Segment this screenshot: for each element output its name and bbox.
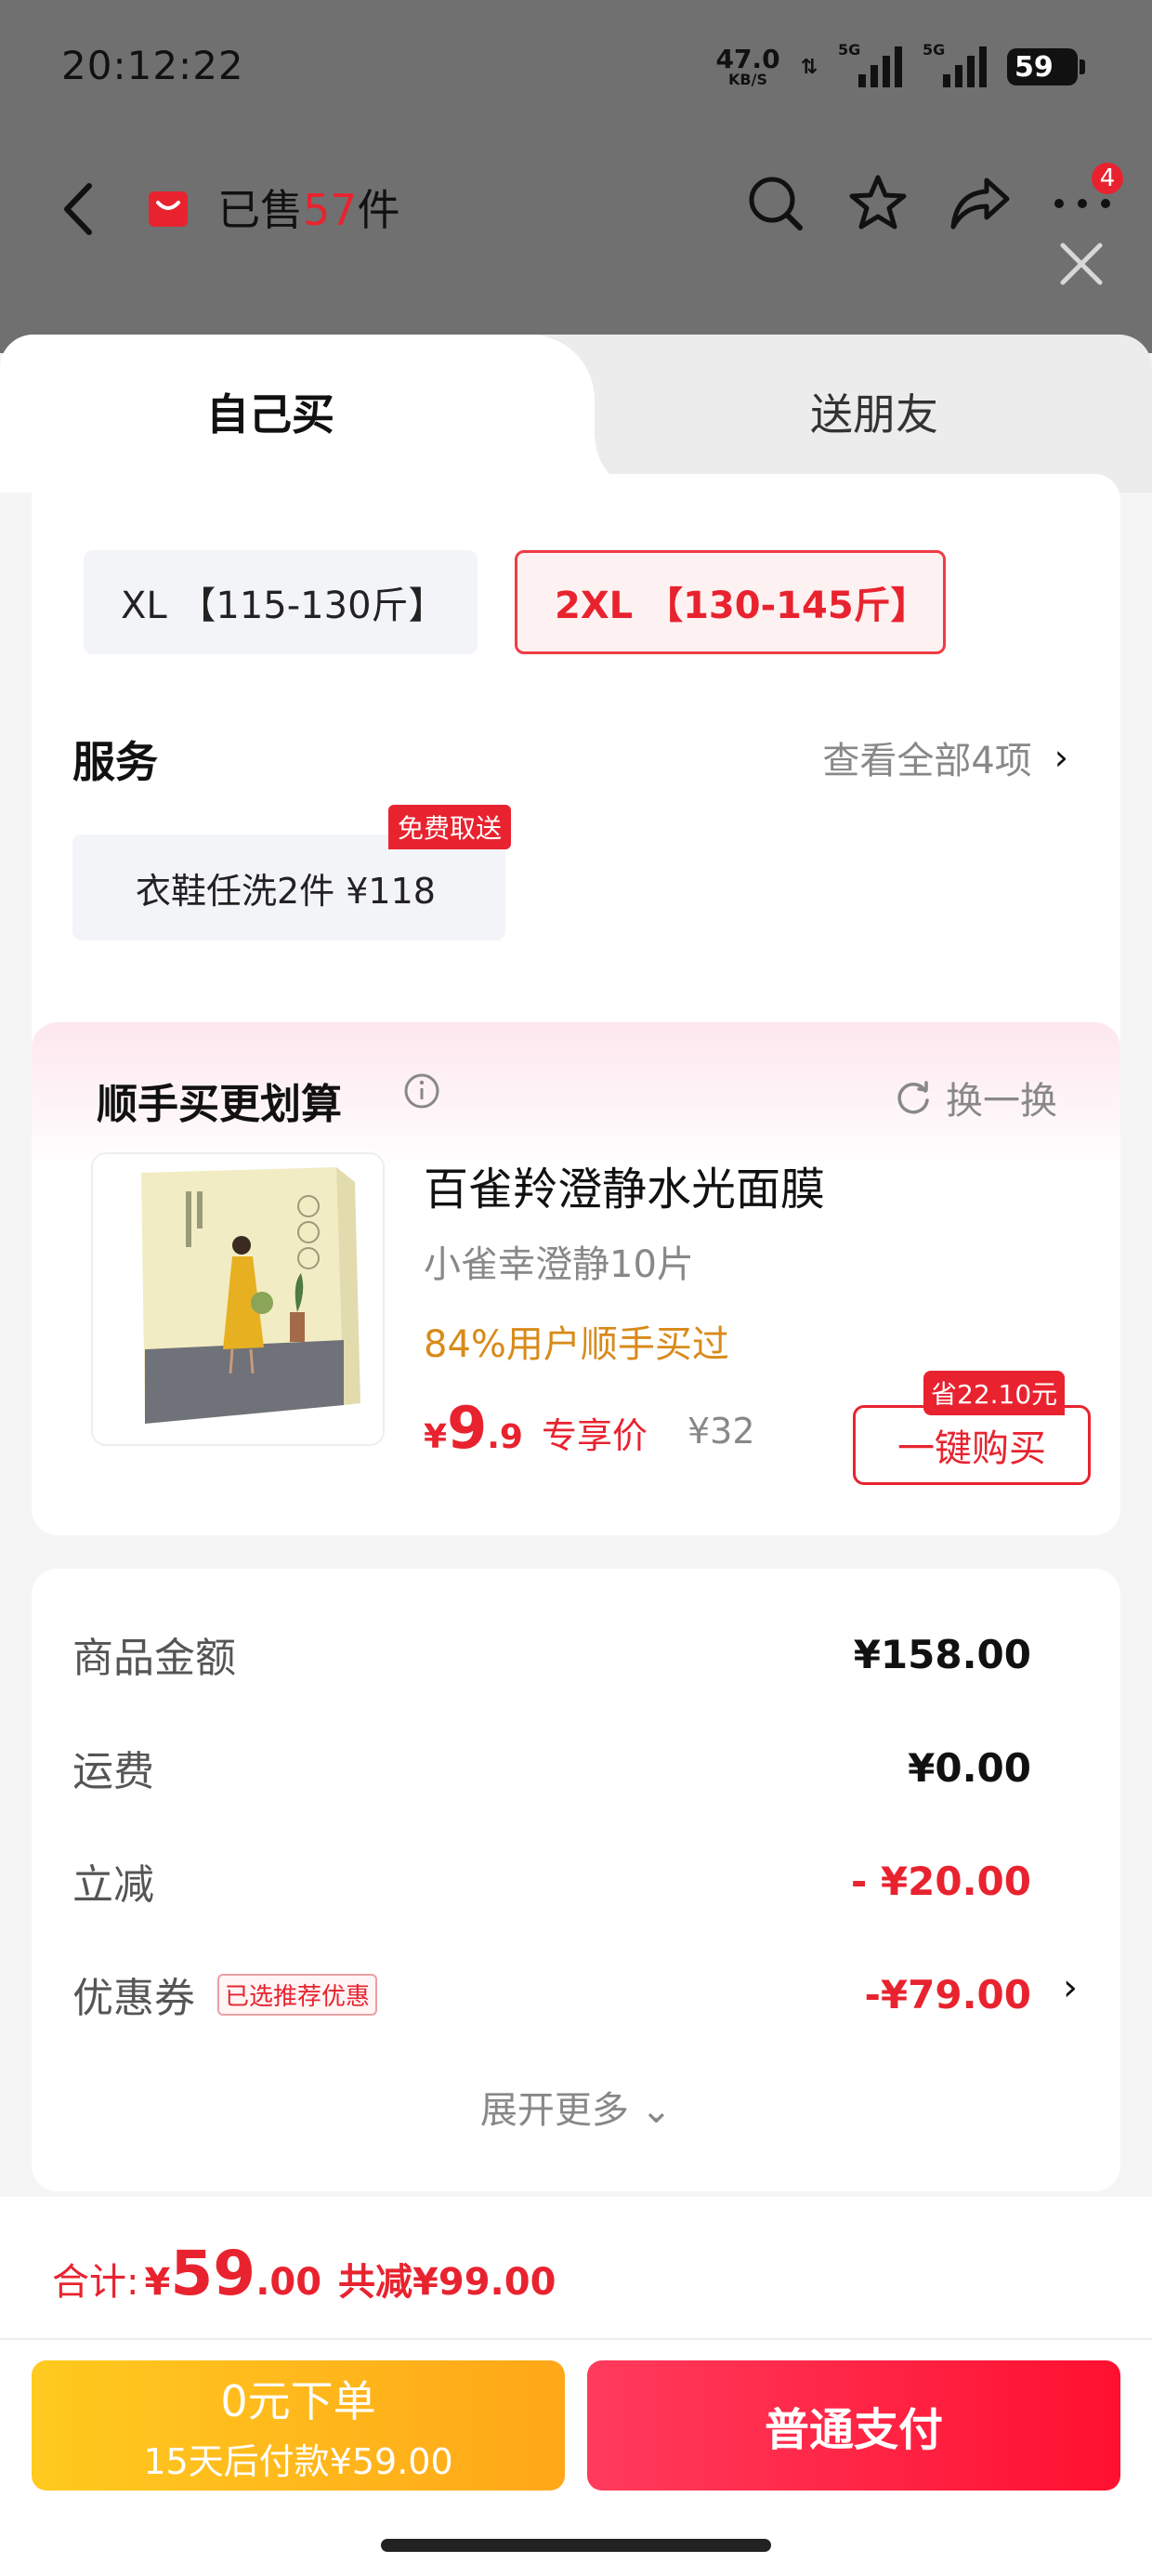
signal-icon-2: 5G	[923, 41, 987, 87]
goods-amount-row: 商品金额 ¥158.00	[72, 1626, 1031, 1683]
signal-icon: 5G	[838, 41, 902, 87]
tab-friend[interactable]: 送朋友	[810, 381, 938, 442]
zero-down-title: 0元下单	[220, 2375, 376, 2426]
net-speed-value: 47.0	[715, 44, 780, 74]
price-int: 9	[447, 1394, 488, 1462]
battery-level: 59	[1015, 50, 1054, 84]
coupon-tag: 已选推荐优惠	[217, 1973, 378, 2016]
shipping-row: 运费 ¥0.00	[72, 1740, 1031, 1796]
shop-bag-icon	[149, 191, 188, 227]
nav-actions: 4	[743, 160, 1126, 236]
chevron-right-icon: ›	[1054, 737, 1068, 778]
net-speed-unit: KB/S	[728, 71, 767, 88]
chevron-down-icon: ⌄	[640, 2089, 673, 2132]
network-speed: 47.0 KB/S	[715, 46, 779, 87]
coupon-value: -¥79.00	[864, 1971, 1031, 2017]
shipping-label: 运费	[72, 1748, 154, 1795]
expand-more-button[interactable]: 展开更多 ⌄	[32, 2080, 1120, 2134]
product-price: ¥ 9 .9 专享价	[424, 1394, 648, 1462]
product-name[interactable]: 百雀羚澄静水光面膜	[424, 1152, 825, 1217]
product-image[interactable]	[91, 1152, 385, 1446]
sold-count: 57	[303, 185, 358, 235]
service-view-all-label: 查看全部4项	[822, 740, 1032, 782]
refresh-button[interactable]: 换一换	[894, 1071, 1057, 1124]
tab-self[interactable]: 自己买	[206, 381, 334, 442]
mask-box-image	[93, 1154, 383, 1444]
sold-suffix: 件	[357, 185, 400, 235]
size-option-2xl[interactable]: 2XL 【130-145斤】	[515, 550, 946, 654]
status-time: 20:12:22	[61, 43, 244, 88]
favorite-button[interactable]	[845, 171, 910, 236]
goods-amount-value: ¥158.00	[853, 1631, 1031, 1677]
back-icon[interactable]	[52, 178, 108, 240]
price-dec: .9	[487, 1418, 523, 1456]
info-icon[interactable]	[403, 1072, 440, 1110]
product-spec: 小雀幸澄静10片	[424, 1243, 694, 1286]
price-summary-card: 商品金额 ¥158.00 运费 ¥0.00 立减 - ¥20.00 优惠券 已选推…	[32, 1569, 1120, 2191]
signal-label-2: 5G	[923, 41, 946, 59]
more-badge: 4	[1089, 160, 1126, 197]
more-button[interactable]: 4	[1050, 160, 1126, 236]
data-arrows-icon: ⇅	[800, 55, 818, 79]
sold-count-text: 已售57件	[217, 177, 400, 238]
share-icon	[950, 177, 1010, 230]
search-icon	[749, 177, 803, 230]
total-dec: .00	[255, 2261, 322, 2304]
shipping-value: ¥0.00	[908, 1744, 1031, 1791]
original-price: ¥32	[687, 1411, 755, 1452]
search-button[interactable]	[743, 171, 808, 236]
status-icons: 47.0 KB/S ⇅ 5G 5G 59	[715, 41, 1085, 93]
purchase-tabs: 自己买 送朋友	[0, 335, 1152, 493]
refresh-icon	[897, 1081, 929, 1114]
total-int: 59	[170, 2238, 256, 2309]
chevron-right-icon[interactable]: ›	[1063, 1966, 1078, 2009]
close-icon[interactable]	[1055, 238, 1107, 290]
share-button[interactable]	[948, 171, 1013, 236]
coupon-label-group: 优惠券 已选推荐优惠	[72, 1965, 378, 2024]
total-saved: 共减¥99.00	[338, 2261, 556, 2304]
discount-row: 立减 - ¥20.00	[72, 1853, 1031, 1910]
service-view-all[interactable]: 查看全部4项 ›	[822, 730, 1068, 784]
normal-pay-button[interactable]: 普通支付	[587, 2360, 1120, 2491]
addon-title: 顺手买更划算	[97, 1081, 342, 1128]
divider	[0, 2338, 1152, 2340]
price-tag: 专享价	[541, 1415, 648, 1456]
price-symbol: ¥	[424, 1418, 448, 1456]
total-price: 合计: ¥ 59 .00 共减¥99.00	[52, 2238, 556, 2309]
star-icon	[849, 175, 907, 230]
signal-label: 5G	[838, 41, 861, 59]
zero-down-subtitle: 15天后付款¥59.00	[143, 2440, 453, 2482]
zero-down-order-button[interactable]: 0元下单 15天后付款¥59.00	[32, 2360, 565, 2491]
status-bar: 20:12:22 47.0 KB/S ⇅ 5G 5G 59	[0, 0, 1152, 130]
more-icon	[1054, 199, 1110, 208]
discount-label: 立减	[72, 1861, 154, 1909]
coupon-label: 优惠券	[72, 1975, 195, 2022]
purchase-sheet: 自己买 送朋友 XL 【115-130斤】 2XL 【130-145斤】 服务 …	[0, 335, 1152, 2576]
battery-icon: 59	[1007, 48, 1085, 85]
refresh-label: 换一换	[946, 1080, 1057, 1123]
one-click-buy-button[interactable]: 一键购买	[853, 1405, 1091, 1485]
goods-amount-label: 商品金额	[72, 1635, 236, 1682]
expand-more-label: 展开更多	[479, 2089, 629, 2132]
nav-bar: 已售57件 4	[0, 158, 1152, 260]
addon-card: 顺手买更划算 换一换 百雀羚澄静水光面膜 小雀幸澄静10片 84%用户顺手买过 …	[32, 1022, 1120, 1535]
total-symbol: ¥	[144, 2261, 171, 2304]
coupon-row[interactable]: 优惠券 已选推荐优惠 -¥79.00	[72, 1965, 1031, 2024]
product-buy-rate: 84%用户顺手买过	[424, 1323, 729, 1366]
discount-value: - ¥20.00	[850, 1858, 1031, 1904]
service-tag: 免费取送	[388, 805, 512, 849]
service-title: 服务	[72, 737, 158, 787]
size-option-xl[interactable]: XL 【115-130斤】	[84, 550, 478, 654]
home-indicator[interactable]	[381, 2539, 771, 2552]
total-label: 合计:	[52, 2261, 139, 2304]
sold-prefix: 已售	[217, 185, 303, 235]
checkout-bar: 合计: ¥ 59 .00 共减¥99.00 0元下单 15天后付款¥59.00 …	[0, 2197, 1152, 2576]
service-option[interactable]: 衣鞋任洗2件 ¥118	[72, 835, 505, 940]
